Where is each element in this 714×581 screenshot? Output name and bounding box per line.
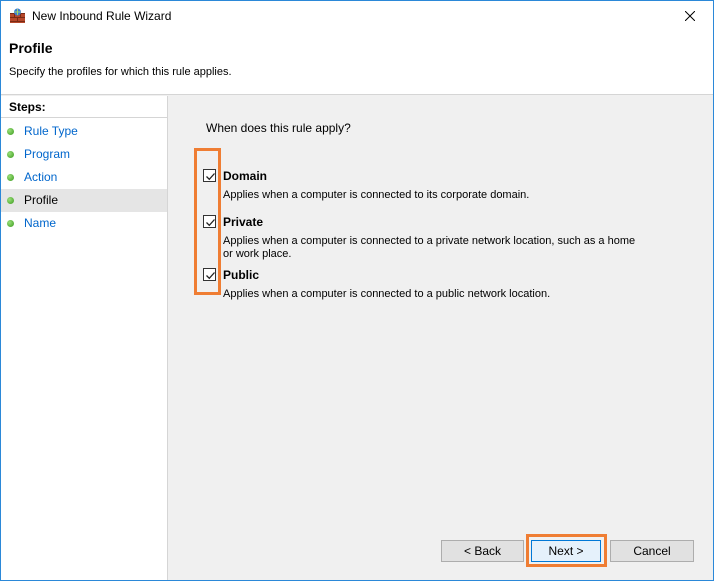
- domain-label[interactable]: Domain: [223, 169, 267, 183]
- question-text: When does this rule apply?: [206, 121, 351, 135]
- step-label: Rule Type: [24, 124, 78, 138]
- page-subtitle: Specify the profiles for which this rule…: [9, 66, 232, 78]
- step-action[interactable]: Action: [1, 166, 167, 189]
- page-title: Profile: [9, 40, 53, 56]
- step-program[interactable]: Program: [1, 143, 167, 166]
- step-rule-type[interactable]: Rule Type: [1, 120, 167, 143]
- public-label[interactable]: Public: [223, 268, 259, 282]
- steps-panel: Steps: Rule Type Program Action Profile …: [1, 96, 168, 580]
- steps-title: Steps:: [9, 100, 46, 114]
- wizard-window: New Inbound Rule Wizard Profile Specify …: [0, 0, 714, 581]
- cancel-button[interactable]: Cancel: [610, 540, 694, 562]
- step-label: Program: [24, 147, 71, 161]
- step-label: Name: [24, 216, 57, 230]
- checkbox-highlight-box: [194, 148, 221, 295]
- content-panel: When does this rule apply? Domain Applie…: [169, 96, 713, 580]
- close-button[interactable]: [667, 1, 713, 31]
- next-highlight-box: [526, 534, 607, 567]
- close-icon: [685, 11, 695, 21]
- private-description-line1: Applies when a computer is connected to …: [223, 235, 636, 247]
- firewall-icon: [9, 8, 26, 24]
- public-description: Applies when a computer is connected to …: [223, 288, 551, 300]
- title-bar: New Inbound Rule Wizard: [1, 1, 713, 32]
- step-profile[interactable]: Profile: [1, 189, 167, 212]
- status-dot-icon: [7, 151, 14, 158]
- steps-divider: [1, 117, 167, 118]
- step-label: Action: [24, 170, 58, 184]
- window-title: New Inbound Rule Wizard: [32, 9, 172, 23]
- domain-description: Applies when a computer is connected to …: [223, 189, 530, 201]
- status-dot-icon: [7, 174, 14, 181]
- status-dot-icon: [7, 220, 14, 227]
- step-label: Profile: [24, 193, 59, 207]
- step-name[interactable]: Name: [1, 212, 167, 235]
- private-label[interactable]: Private: [223, 215, 263, 229]
- private-description-line2: or work place.: [223, 248, 292, 260]
- status-dot-icon: [7, 128, 14, 135]
- status-dot-icon: [7, 197, 14, 204]
- back-button[interactable]: < Back: [441, 540, 524, 562]
- page-header: Profile Specify the profiles for which t…: [1, 32, 713, 95]
